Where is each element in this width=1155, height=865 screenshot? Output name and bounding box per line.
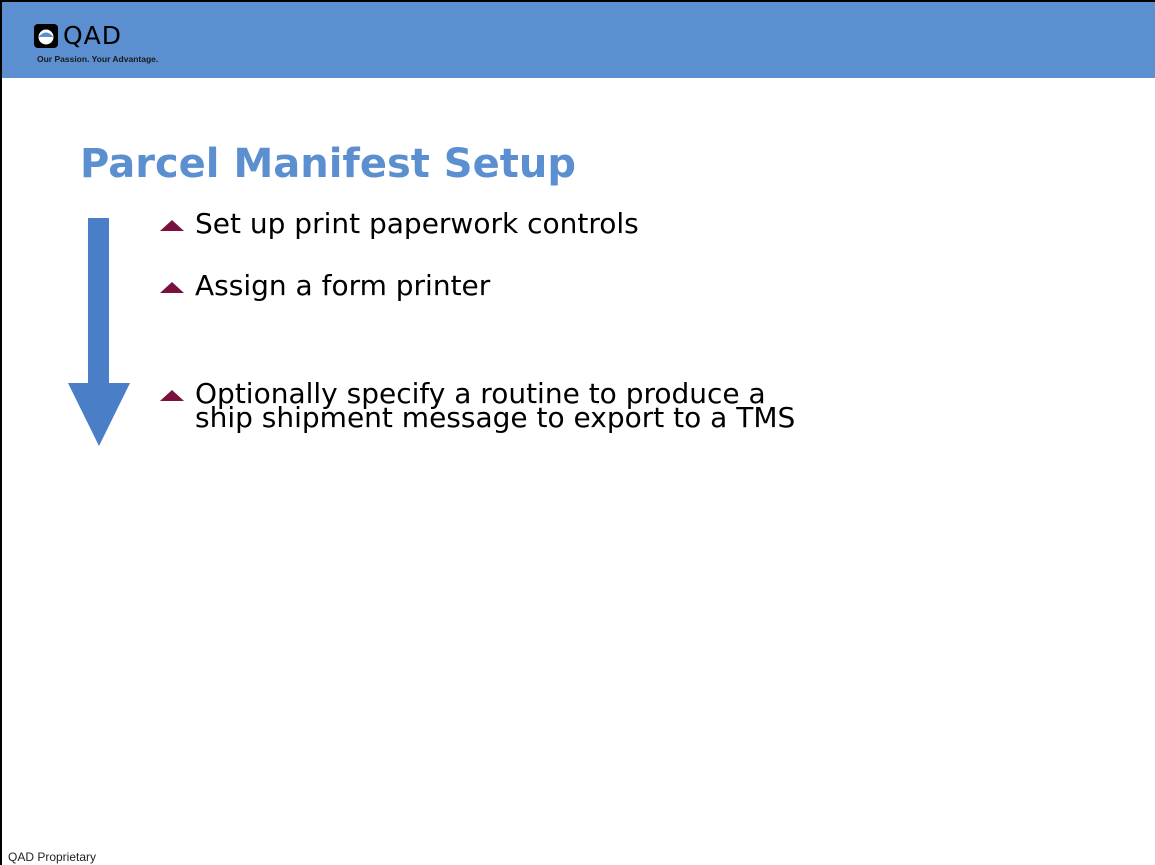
triangle-up-bullet-icon [160,282,184,293]
qad-globe-icon [34,24,58,48]
bullet-text: Optionally specify a routine to produce … [195,377,796,434]
footer-proprietary: QAD Proprietary [8,850,97,864]
qad-logo: QAD Our Passion. Your Advantage. [34,21,184,70]
header-band: QAD Our Passion. Your Advantage. [2,2,1155,78]
down-arrow-icon [68,218,130,446]
slide: QAD Our Passion. Your Advantage. Parcel … [0,0,1155,865]
logo-tagline: Our Passion. Your Advantage. [37,54,159,64]
triangle-up-bullet-icon [160,390,184,401]
slide-title: Parcel Manifest Setup [80,141,576,187]
bullet-text: Set up print paperwork controls [195,207,639,240]
triangle-up-bullet-icon [160,220,184,231]
logo-wordmark: QAD [63,21,123,50]
bullet-text: Assign a form printer [195,269,491,302]
